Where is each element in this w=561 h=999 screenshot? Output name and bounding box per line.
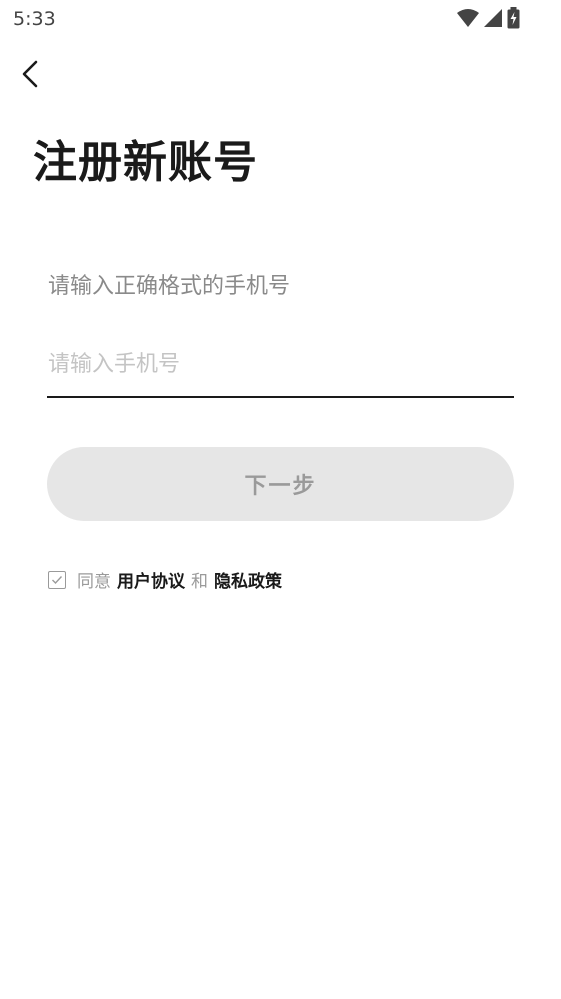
phone-format-hint: 请输入正确格式的手机号	[48, 274, 291, 299]
agreement-row: 同意 用户协议 和 隐私政策	[48, 567, 288, 592]
agree-connector: 和	[191, 572, 208, 592]
cellular-signal-icon	[484, 9, 502, 27]
status-icons	[457, 7, 520, 29]
chevron-left-icon	[22, 60, 38, 88]
wifi-icon	[457, 9, 479, 27]
next-step-button[interactable]: 下一步	[47, 447, 514, 521]
phone-number-input[interactable]	[47, 332, 514, 398]
page-title: 注册新账号	[33, 137, 258, 188]
check-icon	[52, 575, 63, 584]
status-time: 5:33	[13, 8, 56, 30]
agree-checkbox[interactable]	[48, 570, 66, 589]
privacy-policy-link[interactable]: 隐私政策	[214, 567, 282, 592]
user-agreement-link[interactable]: 用户协议	[117, 567, 185, 592]
agree-prefix: 同意	[77, 572, 111, 592]
status-bar: 5:33	[0, 0, 561, 38]
battery-charging-icon	[507, 7, 520, 29]
back-button[interactable]	[16, 56, 50, 92]
